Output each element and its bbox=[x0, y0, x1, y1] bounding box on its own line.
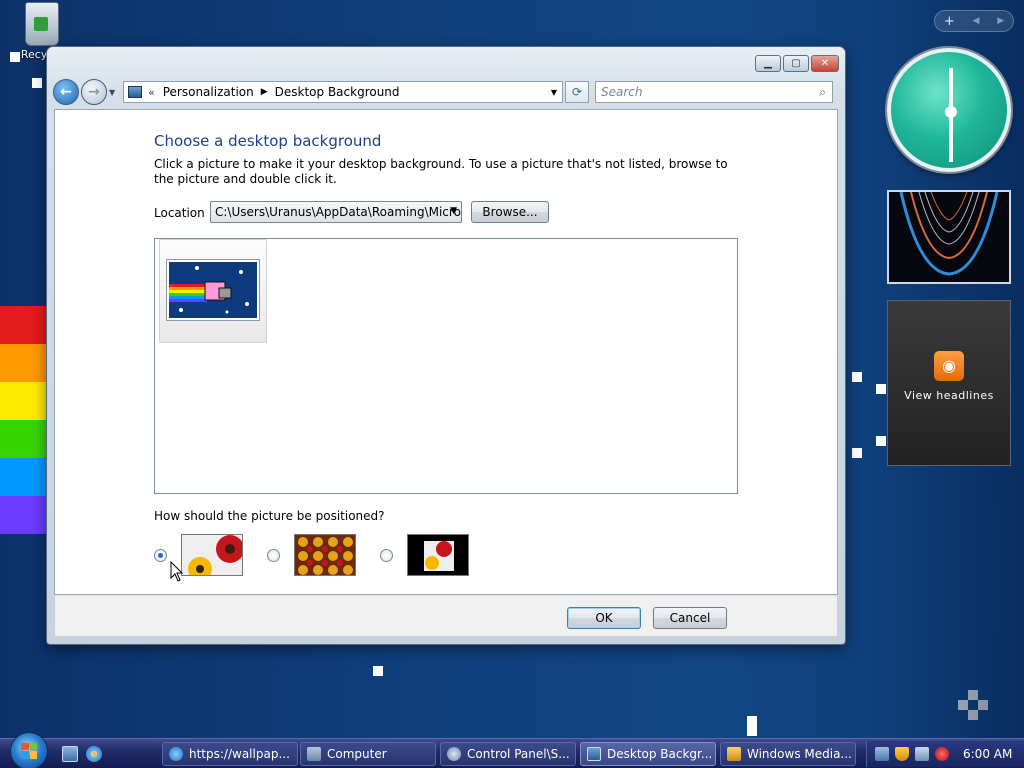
taskbar: e https://wallpap... Computer Control Pa… bbox=[0, 731, 1024, 768]
refresh-button[interactable]: ⟳ bbox=[565, 81, 589, 103]
start-button[interactable] bbox=[10, 731, 48, 768]
sidebar-controls: + ◀ ▶ bbox=[934, 10, 1014, 32]
wallpaper-star bbox=[747, 716, 757, 736]
chevron-down-icon: ▼ bbox=[450, 206, 457, 216]
position-center-image[interactable] bbox=[407, 534, 469, 576]
desktop-background-icon bbox=[587, 747, 601, 761]
clock-gadget[interactable] bbox=[887, 48, 1011, 172]
slideshow-gadget[interactable] bbox=[887, 190, 1011, 284]
wallpaper-star bbox=[852, 372, 862, 382]
prev-gadget-button[interactable]: ◀ bbox=[973, 16, 980, 26]
window-controls: ▁ ▢ ✕ bbox=[755, 55, 839, 72]
breadcrumb-personalization[interactable]: Personalization bbox=[163, 85, 254, 99]
dialog-button-bar: OK Cancel bbox=[54, 595, 838, 637]
location-dropdown[interactable]: C:\Users\Uranus\AppData\Roaming\Micro ▼ bbox=[210, 201, 462, 223]
minimize-button[interactable]: ▁ bbox=[755, 55, 781, 72]
add-gadget-button[interactable]: + bbox=[944, 14, 955, 29]
cancel-button[interactable]: Cancel bbox=[653, 607, 727, 629]
mouse-cursor bbox=[170, 561, 184, 582]
rss-icon: ◉ bbox=[934, 351, 964, 381]
breadcrumb-overflow[interactable]: « bbox=[148, 86, 155, 99]
position-fit-radio[interactable] bbox=[154, 549, 167, 562]
taskbar-button-label: Desktop Backgr... bbox=[607, 747, 713, 761]
desktop-background-window: ▁ ▢ ✕ ← → ▼ « Personalization ▶ Desktop … bbox=[46, 46, 846, 645]
internet-explorer-icon[interactable]: e bbox=[86, 745, 102, 762]
picture-list[interactable] bbox=[154, 238, 738, 494]
control-panel-icon bbox=[447, 747, 461, 761]
clock-minute-hand bbox=[949, 114, 953, 162]
navigation-bar: ← → ▼ « Personalization ▶ Desktop Backgr… bbox=[53, 77, 839, 107]
clock-time[interactable]: 6:00 AM bbox=[963, 747, 1012, 761]
position-tile-radio[interactable] bbox=[267, 549, 280, 562]
recent-pages-dropdown[interactable]: ▼ bbox=[109, 88, 119, 97]
close-button[interactable]: ✕ bbox=[811, 55, 839, 72]
ie-icon bbox=[169, 747, 183, 761]
show-desktop-icon[interactable] bbox=[62, 745, 78, 762]
taskbar-button-label: https://wallpap... bbox=[189, 747, 290, 761]
position-question: How should the picture be positioned? bbox=[154, 509, 385, 523]
recycle-bin-icon bbox=[25, 2, 59, 46]
back-button[interactable]: ← bbox=[53, 79, 79, 105]
taskbar-button-label: Windows Media... bbox=[747, 747, 852, 761]
forward-button[interactable]: → bbox=[81, 79, 107, 105]
taskbar-button-label: Computer bbox=[327, 747, 387, 761]
media-player-icon bbox=[727, 747, 741, 761]
breadcrumb-desktop-background[interactable]: Desktop Background bbox=[275, 85, 400, 99]
taskbar-button-control-panel[interactable]: Control Panel\S... bbox=[440, 742, 576, 766]
location-label: Location bbox=[154, 206, 205, 220]
computer-icon bbox=[307, 747, 321, 761]
picture-tile[interactable] bbox=[159, 239, 267, 343]
next-gadget-button[interactable]: ▶ bbox=[997, 16, 1004, 26]
search-placeholder: Search bbox=[601, 85, 643, 99]
volume-muted-icon[interactable] bbox=[935, 747, 949, 761]
page-title: Choose a desktop background bbox=[154, 132, 382, 150]
taskbar-button-browser[interactable]: https://wallpap... bbox=[162, 742, 298, 766]
taskbar-button-computer[interactable]: Computer bbox=[300, 742, 436, 766]
location-value: C:\Users\Uranus\AppData\Roaming\Micro bbox=[215, 205, 461, 219]
wallpaper-rainbow bbox=[0, 306, 46, 550]
clock-center bbox=[945, 106, 957, 118]
wallpaper-star bbox=[10, 52, 20, 62]
wallpaper-star bbox=[32, 78, 42, 88]
position-tile-image[interactable] bbox=[294, 534, 356, 576]
nyan-cat-thumbnail bbox=[167, 260, 259, 320]
feed-headlines-gadget[interactable]: ◉ View headlines bbox=[887, 300, 1011, 466]
system-tray: 6:00 AM bbox=[866, 741, 1024, 767]
search-input[interactable]: Search ⌕ bbox=[595, 81, 833, 103]
search-icon[interactable]: ⌕ bbox=[819, 85, 826, 100]
wallpaper-star bbox=[373, 666, 383, 676]
browse-button[interactable]: Browse... bbox=[471, 201, 549, 223]
address-dropdown-icon[interactable]: ▼ bbox=[546, 88, 562, 97]
windows-logo-icon bbox=[21, 742, 37, 759]
maximize-button[interactable]: ▢ bbox=[783, 55, 809, 72]
ok-button[interactable]: OK bbox=[567, 607, 641, 629]
desktop: Recycle + ◀ ▶ ◉ View headlines ▁ ▢ ✕ ← →… bbox=[0, 0, 1024, 738]
position-fit-image[interactable] bbox=[181, 534, 243, 576]
taskbar-button-media-player[interactable]: Windows Media... bbox=[720, 742, 856, 766]
slideshow-image bbox=[889, 192, 1009, 282]
network-status-icon[interactable] bbox=[875, 747, 889, 761]
wallpaper-star bbox=[852, 448, 862, 458]
address-bar[interactable]: « Personalization ▶ Desktop Background ▼ bbox=[123, 81, 563, 103]
taskbar-button-desktop-background[interactable]: Desktop Backgr... bbox=[580, 742, 716, 766]
security-shield-icon[interactable] bbox=[895, 747, 909, 761]
control-panel-icon bbox=[128, 86, 142, 98]
view-headlines-label: View headlines bbox=[904, 389, 994, 402]
position-center-radio[interactable] bbox=[380, 549, 393, 562]
connection-icon[interactable] bbox=[915, 747, 929, 761]
breadcrumb-separator-icon[interactable]: ▶ bbox=[261, 87, 268, 97]
taskbar-button-label: Control Panel\S... bbox=[467, 747, 570, 761]
main-content: Choose a desktop background Click a pict… bbox=[54, 109, 838, 595]
page-description: Click a picture to make it your desktop … bbox=[154, 157, 728, 186]
